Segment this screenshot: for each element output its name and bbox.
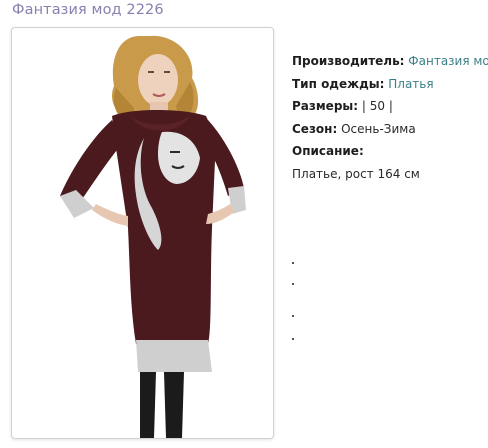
type-label: Тип одежды: <box>292 76 385 91</box>
divider-dot <box>292 315 294 317</box>
dress-photo-icon <box>60 35 246 438</box>
season-row: Сезон: Осень-Зима <box>292 118 486 141</box>
product-title: Фантазия мод 2226 <box>12 2 164 18</box>
description-label: Описание: <box>292 144 364 158</box>
divider-dot <box>292 338 294 340</box>
manufacturer-link[interactable]: Фантазия мод <box>408 54 488 68</box>
description-value: Платье, рост 164 см <box>292 166 420 181</box>
description-row: Платье, рост 164 см <box>292 163 486 186</box>
sizes-row: Размеры: | 50 | <box>292 95 486 118</box>
season-value: Осень-Зима <box>341 121 416 136</box>
season-label: Сезон: <box>292 121 338 136</box>
type-row: Тип одежды: Платья <box>292 73 486 96</box>
description-label-row: Описание: <box>292 140 486 163</box>
manufacturer-row: Производитель: Фантазия мод <box>292 50 488 73</box>
product-details: Производитель: Фантазия мод Тип одежды: … <box>292 50 488 186</box>
sizes-value: | 50 | <box>361 99 393 113</box>
sizes-label: Размеры: <box>292 99 359 113</box>
divider-dot <box>292 283 294 285</box>
manufacturer-label: Производитель: <box>292 54 405 68</box>
product-photo[interactable] <box>11 27 274 439</box>
divider-dot <box>292 262 294 264</box>
type-link[interactable]: Платья <box>388 77 433 91</box>
